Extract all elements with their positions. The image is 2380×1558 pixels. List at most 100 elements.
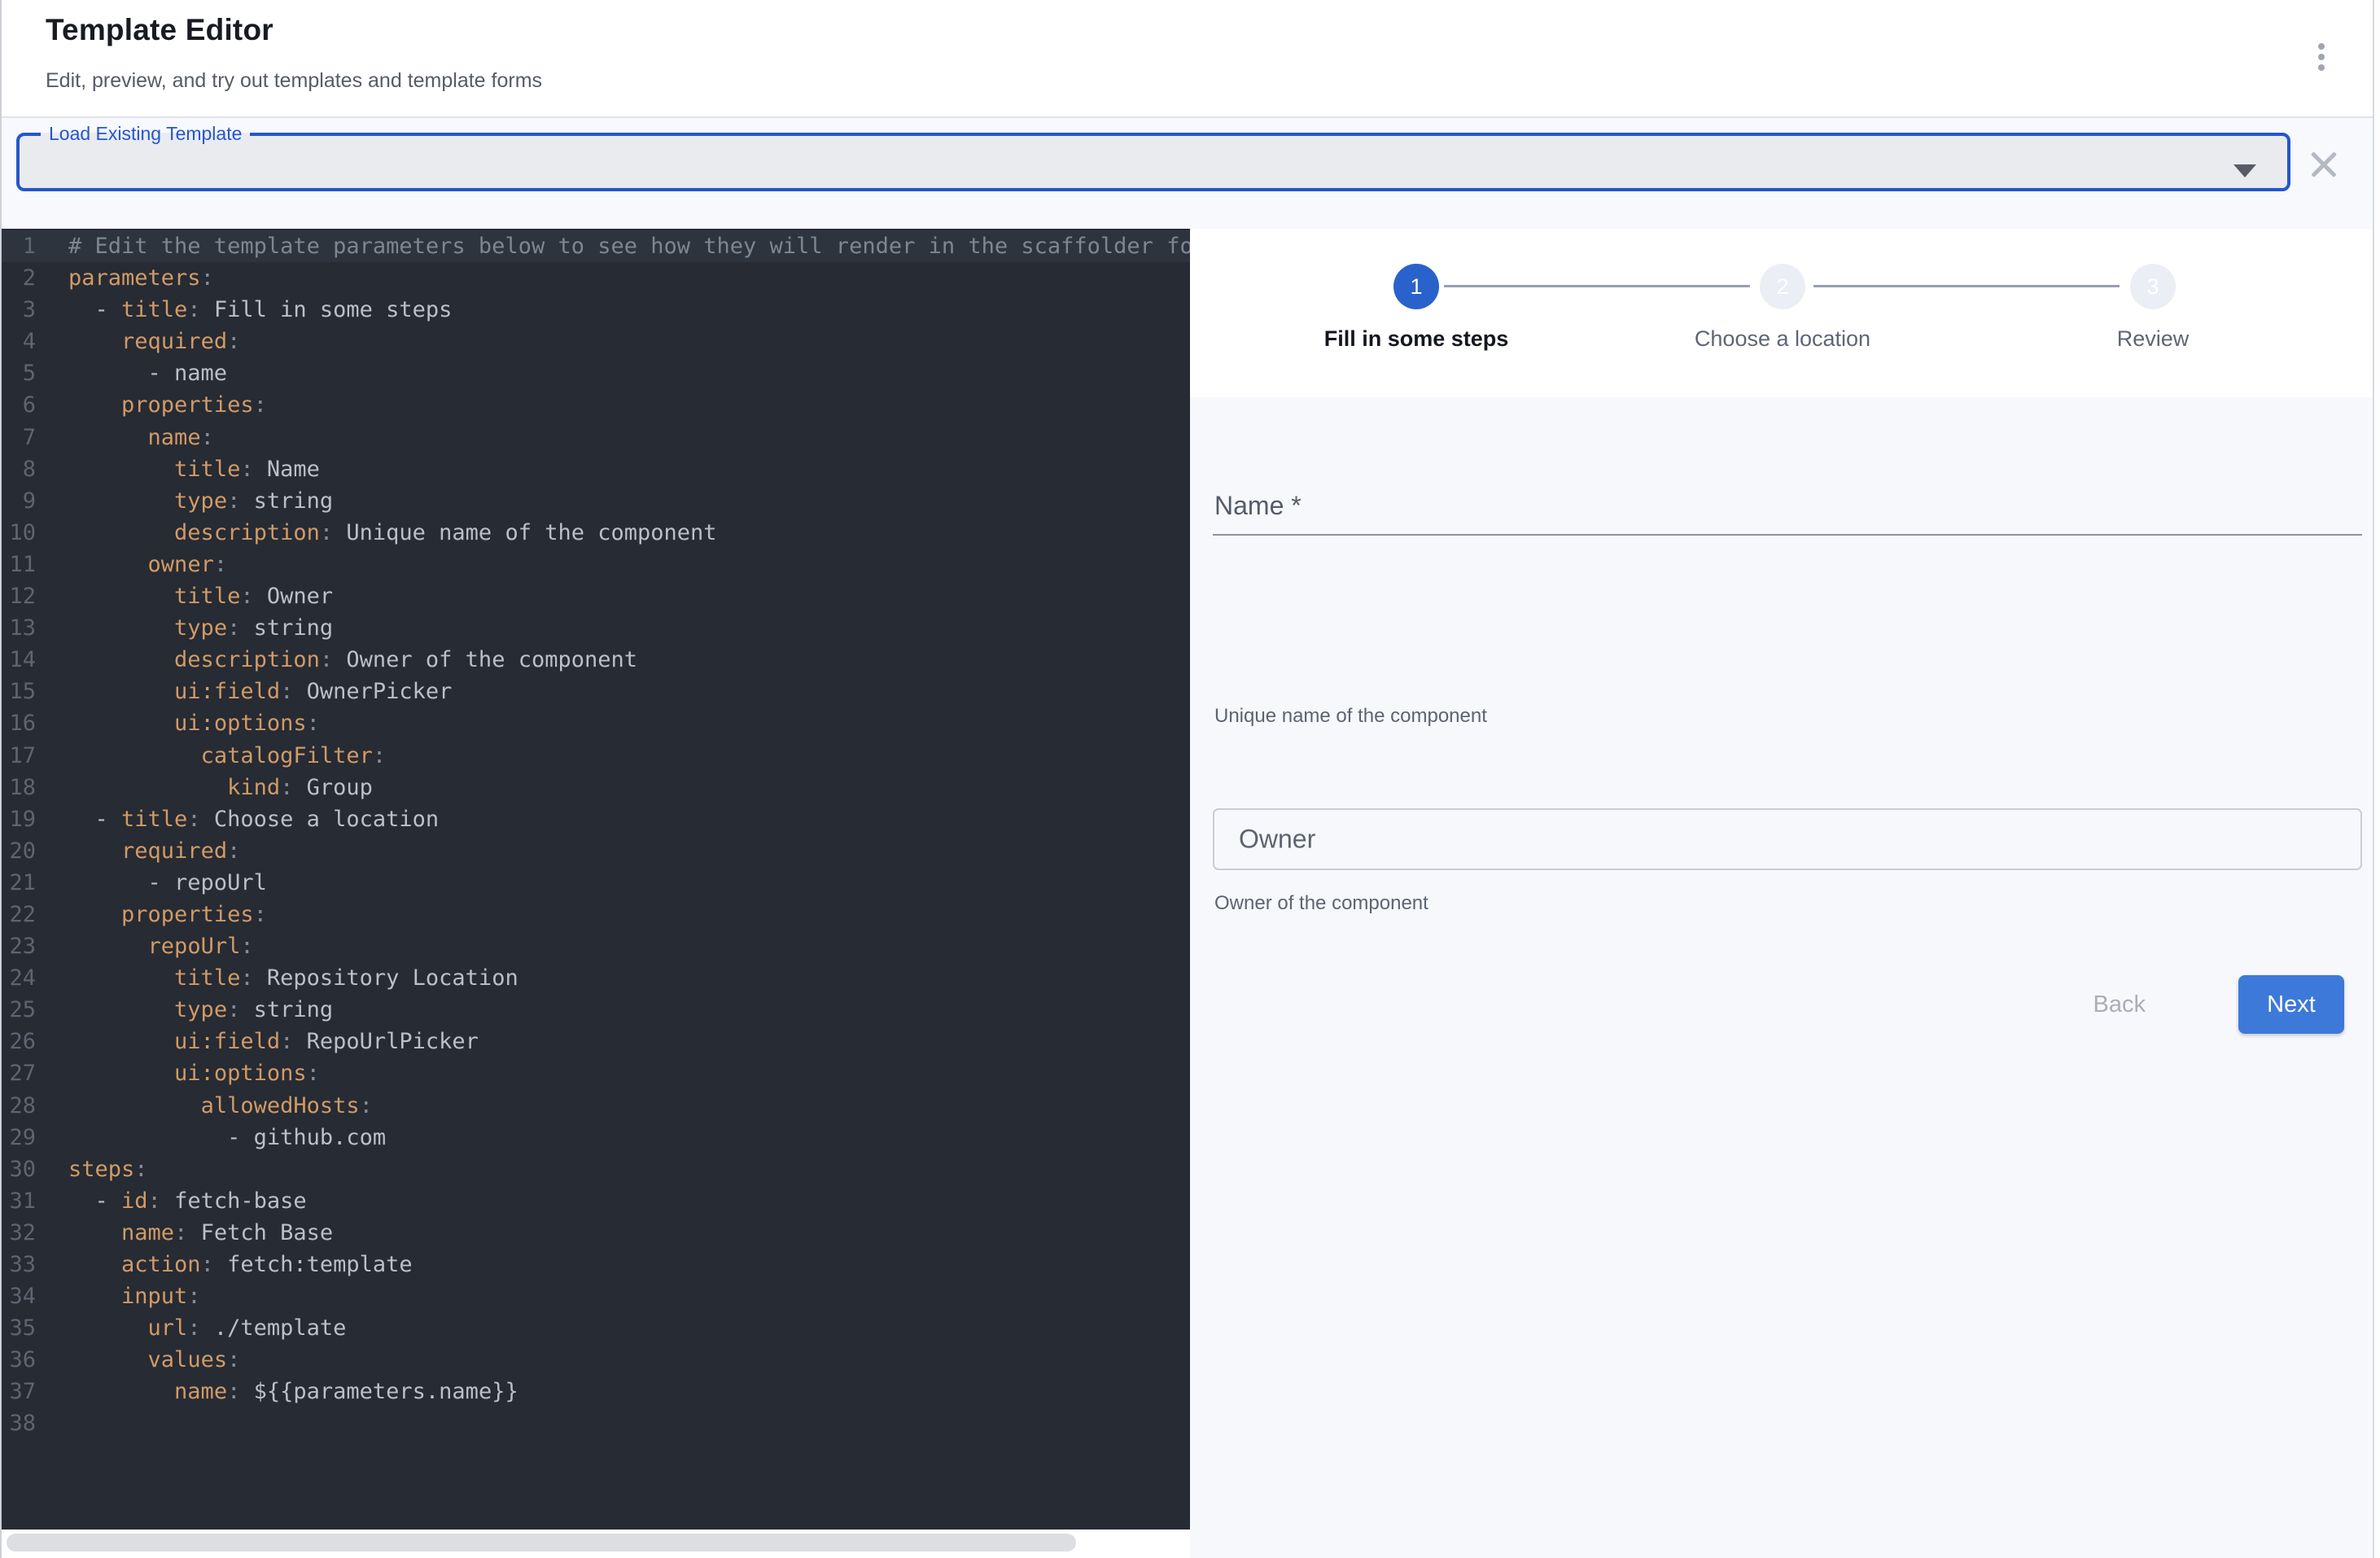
line-number: 33 [0,1249,36,1280]
code-line[interactable]: 37 name: ${{parameters.name}} [0,1376,1190,1407]
line-content: required: [36,326,240,357]
code-line[interactable]: 31 - id: fetch-base [0,1185,1190,1217]
line-number: 28 [0,1090,36,1122]
step-1-label: Fill in some steps [1245,326,1587,352]
code-line[interactable]: 16 ui:options: [0,707,1190,739]
line-content: ui:field: RepoUrlPicker [36,1026,479,1057]
line-content: parameters: [36,262,214,294]
line-content: owner: [36,549,227,580]
code-line[interactable]: 11 owner: [0,549,1190,580]
code-line[interactable]: 2parameters: [0,262,1190,294]
line-content: - github.com [36,1122,386,1153]
code-line[interactable]: 18 kind: Group [0,772,1190,803]
step-1-number: 1 [1410,274,1422,300]
code-line[interactable]: 35 url: ./template [0,1312,1190,1344]
code-line[interactable]: 8 title: Name [0,453,1190,485]
code-line[interactable]: 20 required: [0,835,1190,867]
line-number: 4 [0,326,36,357]
code-line[interactable]: 34 input: [0,1280,1190,1312]
line-number: 9 [0,485,36,517]
code-line[interactable]: 7 name: [0,422,1190,453]
code-editor[interactable]: 1# Edit the template parameters below to… [0,229,1190,1530]
clear-selection-button[interactable] [2305,146,2343,183]
line-content: allowedHosts: [36,1090,373,1122]
code-line[interactable]: 21 - repoUrl [0,867,1190,899]
code-line[interactable]: 30steps: [0,1153,1190,1185]
name-input-underline [1213,534,2362,536]
line-number: 14 [0,644,36,676]
line-content: description: Unique name of the componen… [36,517,717,549]
load-existing-template-label: Load Existing Template [41,125,250,143]
line-content: catalogFilter: [36,740,386,772]
code-line[interactable]: 29 - github.com [0,1122,1190,1153]
code-line[interactable]: 19 - title: Choose a location [0,803,1190,835]
owner-input-label: Owner [1239,825,1315,855]
line-content: type: string [36,612,333,644]
code-line[interactable]: 32 name: Fetch Base [0,1217,1190,1249]
line-content: ui:options: [36,1057,320,1089]
step-2-label: Choose a location [1612,326,1953,352]
code-line[interactable]: 13 type: string [0,612,1190,644]
code-line[interactable]: 10 description: Unique name of the compo… [0,517,1190,549]
line-content: url: ./template [36,1312,346,1344]
line-content: description: Owner of the component [36,644,637,676]
line-number: 36 [0,1344,36,1376]
code-line[interactable]: 3 - title: Fill in some steps [0,294,1190,326]
page-subtitle: Edit, preview, and try out templates and… [46,69,542,93]
line-content: repoUrl: [36,930,254,962]
line-number: 8 [0,453,36,485]
code-line[interactable]: 6 properties: [0,389,1190,421]
line-number: 34 [0,1280,36,1312]
line-number: 2 [0,262,36,294]
code-line[interactable]: 5 - name [0,357,1190,389]
window-right-gap [2374,0,2380,1558]
line-number: 6 [0,389,36,421]
line-number: 10 [0,517,36,549]
line-number: 11 [0,549,36,580]
line-number: 5 [0,357,36,389]
code-line[interactable]: 22 properties: [0,899,1190,930]
code-line[interactable]: 9 type: string [0,485,1190,517]
line-number: 17 [0,740,36,772]
code-line[interactable]: 28 allowedHosts: [0,1090,1190,1122]
form-buttons: Back Next [1213,974,2362,1035]
line-number: 16 [0,707,36,739]
load-existing-template-select[interactable]: Load Existing Template [16,125,2290,191]
name-input-label: Name * [1214,491,1302,521]
code-line[interactable]: 24 title: Repository Location [0,962,1190,994]
step-connector-1 [1444,285,1750,287]
code-line[interactable]: 15 ui:field: OwnerPicker [0,676,1190,707]
code-line[interactable]: 17 catalogFilter: [0,740,1190,772]
code-line[interactable]: 33 action: fetch:template [0,1249,1190,1280]
code-line[interactable]: 25 type: string [0,994,1190,1026]
line-content: required: [36,835,240,867]
line-content: # Edit the template parameters below to … [36,230,1190,262]
name-input[interactable]: Name * [1213,466,2362,536]
next-button[interactable]: Next [2238,975,2344,1034]
code-line[interactable]: 12 title: Owner [0,580,1190,612]
step-3-label: Review [1982,326,2324,352]
code-line[interactable]: 4 required: [0,326,1190,357]
kebab-menu-icon[interactable] [2303,34,2339,80]
line-number: 23 [0,930,36,962]
chevron-down-icon [2233,164,2256,177]
owner-input[interactable]: Owner [1213,808,2362,870]
step-form: Name * Unique name of the component Owne… [1190,397,2380,1558]
code-line[interactable]: 38 [0,1407,1190,1439]
line-number: 7 [0,422,36,453]
line-number: 38 [0,1407,36,1439]
code-line[interactable]: 23 repoUrl: [0,930,1190,962]
line-number: 31 [0,1185,36,1217]
line-content: properties: [36,899,267,930]
line-content: ui:options: [36,707,320,739]
code-line[interactable]: 27 ui:options: [0,1057,1190,1089]
owner-input-helper: Owner of the component [1214,892,1428,915]
code-line[interactable]: 36 values: [0,1344,1190,1376]
code-line[interactable]: 26 ui:field: RepoUrlPicker [0,1026,1190,1057]
horizontal-scrollbar-thumb[interactable] [7,1534,1076,1551]
code-line[interactable]: 1# Edit the template parameters below to… [0,230,1190,262]
back-button[interactable]: Back [2066,974,2173,1035]
line-number: 13 [0,612,36,644]
line-content: type: string [36,994,333,1026]
code-line[interactable]: 14 description: Owner of the component [0,644,1190,676]
